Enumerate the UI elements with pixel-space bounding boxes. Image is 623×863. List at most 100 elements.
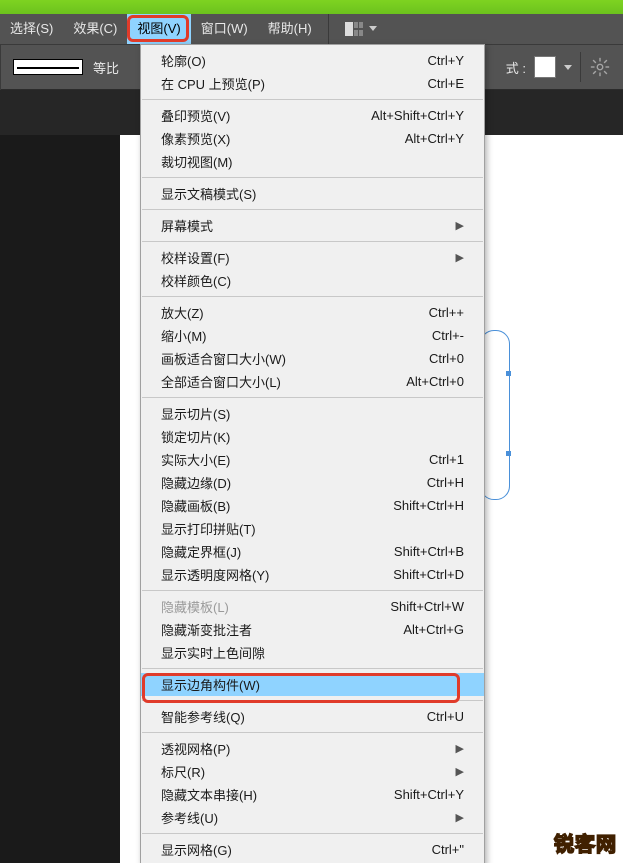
- menu-item[interactable]: 校样颜色(C): [141, 269, 484, 292]
- menu-item[interactable]: 隐藏画板(B)Shift+Ctrl+H: [141, 494, 484, 517]
- menu-separator: [142, 209, 483, 210]
- menu-item[interactable]: 轮廓(O)Ctrl+Y: [141, 49, 484, 72]
- menu-item[interactable]: 隐藏定界框(J)Shift+Ctrl+B: [141, 540, 484, 563]
- menu-item-label: 隐藏渐变批注者: [161, 620, 403, 639]
- menu-item-label: 隐藏边缘(D): [161, 473, 427, 492]
- menu-item-shortcut: Shift+Ctrl+W: [390, 599, 464, 614]
- menu-item[interactable]: 全部适合窗口大小(L)Alt+Ctrl+0: [141, 370, 484, 393]
- menu-separator: [142, 732, 483, 733]
- menu-item[interactable]: 锁定切片(K): [141, 425, 484, 448]
- menu-separator: [142, 833, 483, 834]
- menu-item[interactable]: 智能参考线(Q)Ctrl+U: [141, 705, 484, 728]
- toolbar-divider: [580, 52, 581, 82]
- menu-select[interactable]: 选择(S): [0, 14, 63, 44]
- menu-item-label: 缩小(M): [161, 326, 432, 345]
- menu-separator: [142, 241, 483, 242]
- chevron-right-icon: ▶: [456, 765, 464, 778]
- menu-item[interactable]: 缩小(M)Ctrl+-: [141, 324, 484, 347]
- chevron-right-icon: ▶: [456, 811, 464, 824]
- menu-item[interactable]: 显示打印拼贴(T): [141, 517, 484, 540]
- menu-item-label: 像素预览(X): [161, 129, 405, 148]
- menu-item-shortcut: Alt+Ctrl+G: [403, 622, 464, 637]
- menu-separator: [142, 590, 483, 591]
- sun-icon[interactable]: [589, 56, 611, 78]
- chevron-down-icon: [369, 26, 377, 32]
- menu-item[interactable]: 像素预览(X)Alt+Ctrl+Y: [141, 127, 484, 150]
- menu-window[interactable]: 窗口(W): [191, 14, 258, 44]
- menu-item[interactable]: 叠印预览(V)Alt+Shift+Ctrl+Y: [141, 104, 484, 127]
- toolbar-label-left: 等比: [93, 58, 119, 77]
- stroke-preview[interactable]: [13, 59, 83, 75]
- menu-item-label: 透视网格(P): [161, 739, 456, 758]
- menu-item-shortcut: Shift+Ctrl+Y: [394, 787, 464, 802]
- menu-item-label: 放大(Z): [161, 303, 429, 322]
- menu-item[interactable]: 显示网格(G)Ctrl+": [141, 838, 484, 861]
- menu-item[interactable]: 隐藏文本串接(H)Shift+Ctrl+Y: [141, 783, 484, 806]
- menu-item-shortcut: Ctrl+U: [427, 709, 464, 724]
- menu-item-label: 隐藏画板(B): [161, 496, 393, 515]
- menu-item-shortcut: Shift+Ctrl+D: [393, 567, 464, 582]
- chevron-down-icon[interactable]: [564, 65, 572, 70]
- menu-item-shortcut: Alt+Shift+Ctrl+Y: [371, 108, 464, 123]
- menu-item-shortcut: Ctrl+H: [427, 475, 464, 490]
- layout-switcher[interactable]: [335, 14, 387, 44]
- menu-separator: [142, 99, 483, 100]
- watermark: 锐客网: [554, 828, 617, 857]
- menu-item[interactable]: 标尺(R)▶: [141, 760, 484, 783]
- menu-item[interactable]: 参考线(U)▶: [141, 806, 484, 829]
- menu-item-label: 在 CPU 上预览(P): [161, 74, 428, 93]
- anchor-point[interactable]: [506, 371, 511, 376]
- menu-item: 隐藏模板(L)Shift+Ctrl+W: [141, 595, 484, 618]
- fill-swatch[interactable]: [534, 56, 556, 78]
- menu-item-shortcut: Ctrl+0: [429, 351, 464, 366]
- menu-item-label: 显示网格(G): [161, 840, 432, 859]
- menu-item[interactable]: 显示透明度网格(Y)Shift+Ctrl+D: [141, 563, 484, 586]
- menu-item[interactable]: 隐藏渐变批注者Alt+Ctrl+G: [141, 618, 484, 641]
- menu-item-label: 显示透明度网格(Y): [161, 565, 393, 584]
- chevron-right-icon: ▶: [456, 219, 464, 232]
- menu-effect[interactable]: 效果(C): [63, 14, 127, 44]
- menu-item[interactable]: 在 CPU 上预览(P)Ctrl+E: [141, 72, 484, 95]
- menu-item-label: 校样颜色(C): [161, 271, 464, 290]
- anchor-point[interactable]: [506, 451, 511, 456]
- menu-item-shortcut: Ctrl++: [429, 305, 464, 320]
- menu-separator: [142, 700, 483, 701]
- menu-item-label: 画板适合窗口大小(W): [161, 349, 429, 368]
- menu-item-label: 显示切片(S): [161, 404, 464, 423]
- toolbar-divider: [0, 44, 1, 90]
- menu-separator: [142, 296, 483, 297]
- menu-separator: [142, 668, 483, 669]
- menu-item[interactable]: 实际大小(E)Ctrl+1: [141, 448, 484, 471]
- menu-item[interactable]: 画板适合窗口大小(W)Ctrl+0: [141, 347, 484, 370]
- menu-item[interactable]: 显示文稿模式(S): [141, 182, 484, 205]
- menu-item-label: 隐藏文本串接(H): [161, 785, 394, 804]
- menu-view[interactable]: 视图(V): [127, 14, 190, 44]
- menu-item[interactable]: 校样设置(F)▶: [141, 246, 484, 269]
- menu-item[interactable]: 显示边角构件(W): [141, 673, 484, 696]
- view-menu-dropdown: 轮廓(O)Ctrl+Y在 CPU 上预览(P)Ctrl+E 叠印预览(V)Alt+…: [140, 44, 485, 863]
- menu-item-label: 屏幕模式: [161, 216, 456, 235]
- menu-item-shortcut: Alt+Ctrl+Y: [405, 131, 464, 146]
- menu-item[interactable]: 显示切片(S): [141, 402, 484, 425]
- menu-help[interactable]: 帮助(H): [258, 14, 322, 44]
- menu-item-label: 标尺(R): [161, 762, 456, 781]
- chevron-right-icon: ▶: [456, 251, 464, 264]
- menu-item-label: 隐藏模板(L): [161, 597, 390, 616]
- menu-item-shortcut: Alt+Ctrl+0: [406, 374, 464, 389]
- chevron-right-icon: ▶: [456, 742, 464, 755]
- menu-separator: [142, 177, 483, 178]
- menu-item-label: 显示打印拼贴(T): [161, 519, 464, 538]
- menu-item-shortcut: Ctrl+": [432, 842, 464, 857]
- menu-item-label: 隐藏定界框(J): [161, 542, 394, 561]
- menu-item[interactable]: 透视网格(P)▶: [141, 737, 484, 760]
- menu-item-shortcut: Shift+Ctrl+H: [393, 498, 464, 513]
- menu-item-label: 显示文稿模式(S): [161, 184, 464, 203]
- menu-item[interactable]: 屏幕模式▶: [141, 214, 484, 237]
- menu-item-label: 参考线(U): [161, 808, 456, 827]
- menubar-separator: [328, 14, 329, 44]
- menu-item-label: 显示实时上色间隙: [161, 643, 464, 662]
- menu-item[interactable]: 放大(Z)Ctrl++: [141, 301, 484, 324]
- menu-item[interactable]: 显示实时上色间隙: [141, 641, 484, 664]
- menu-item[interactable]: 隐藏边缘(D)Ctrl+H: [141, 471, 484, 494]
- menu-item[interactable]: 裁切视图(M): [141, 150, 484, 173]
